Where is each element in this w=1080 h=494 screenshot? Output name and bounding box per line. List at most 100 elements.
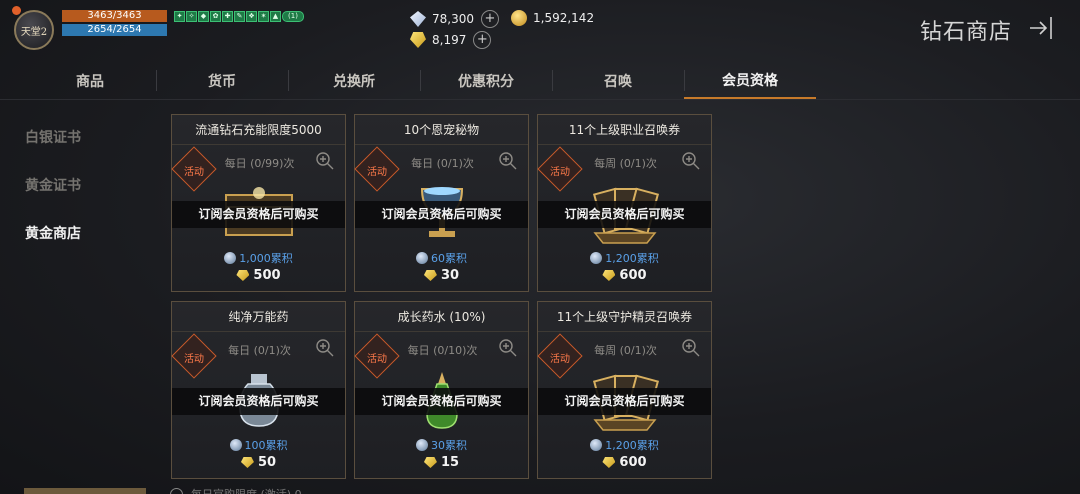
membership-required-banner: 订阅会员资格后可购买 [538, 388, 711, 415]
tab-currency[interactable]: 货币 [156, 62, 288, 99]
price: 30 [355, 268, 528, 283]
card-title: 11个上级守护精灵召唤券 [538, 302, 711, 332]
price: 600 [538, 455, 711, 470]
buff-icon[interactable]: ✎ [234, 11, 245, 22]
product-card[interactable]: 流通钻石充能限度5000 活动 每日 (0/99)次 订阅会员资格后可购买 1,… [171, 114, 346, 292]
price-value: 600 [619, 268, 647, 283]
gold-gem-icon [602, 270, 616, 281]
page-title: 钻石商店 [919, 20, 1012, 45]
notification-dot [12, 6, 21, 15]
buff-icon[interactable]: ✶ [258, 11, 269, 22]
tab-summon[interactable]: 召唤 [552, 62, 684, 99]
zoom-icon[interactable] [681, 151, 701, 171]
gold-coin-icon [511, 10, 527, 26]
card-title: 成长药水 (10%) [355, 302, 528, 332]
price: 500 [172, 268, 345, 283]
accumulated-points: 30累积 [355, 437, 528, 453]
buff-icon[interactable]: ❖ [246, 11, 257, 22]
zoom-icon[interactable] [315, 338, 335, 358]
buff-icon[interactable]: ✦ [174, 11, 185, 22]
accumulated-points: 1,200累积 [538, 437, 711, 453]
price-value: 500 [253, 268, 281, 283]
tab-products[interactable]: 商品 [24, 62, 156, 99]
price-value: 15 [440, 455, 460, 470]
sidebar-item-gold-cert[interactable]: 黄金证书 [25, 175, 81, 195]
point-icon [224, 252, 237, 264]
buff-icon[interactable]: ✚ [222, 11, 233, 22]
info-icon[interactable] [170, 487, 183, 494]
buff-icon[interactable]: ◆ [198, 11, 209, 22]
zoom-icon[interactable] [498, 151, 518, 171]
sidebar-item-silver-cert[interactable]: 白银证书 [25, 127, 81, 147]
product-card[interactable]: 纯净万能药 活动 每日 (0/1)次 订阅会员资格后可购买 100累积 50 [171, 301, 346, 479]
add-gold-gem-button[interactable]: + [473, 31, 492, 49]
card-title: 11个上级职业召唤券 [538, 115, 711, 145]
membership-required-banner: 订阅会员资格后可购买 [172, 388, 345, 415]
accumulated-points: 1,000累积 [172, 250, 345, 266]
top-bar: 天堂2 3463/3463 2654/2654 ✦ ✧ ◆ ✿ ✚ ✎ ❖ ✶ … [0, 0, 1080, 60]
buff-icon[interactable]: ▲ [270, 11, 281, 22]
point-icon [590, 252, 603, 264]
zoom-icon[interactable] [681, 338, 701, 358]
point-icon [229, 439, 242, 451]
zoom-icon[interactable] [498, 338, 518, 358]
accumulated-points: 60累积 [355, 250, 528, 266]
price-value: 600 [619, 455, 647, 470]
product-card[interactable]: 成长药水 (10%) 活动 每日 (0/10)次 订阅会员资格后可购买 30累积… [354, 301, 529, 479]
price: 600 [538, 268, 711, 283]
point-icon [590, 439, 603, 451]
tab-exchange[interactable]: 兑换所 [288, 62, 420, 99]
gold-gem-icon [423, 270, 437, 281]
product-card[interactable]: 11个上级职业召唤券 活动 每周 (0/1)次 订阅会员资格后可购买 1,200… [537, 114, 712, 292]
point-icon [416, 439, 428, 451]
points-value: 1,000累积 [239, 252, 293, 265]
mp-bar: 2654/2654 [62, 24, 167, 36]
diamond-balance: 78,300 + [410, 10, 499, 28]
tab-points[interactable]: 优惠积分 [420, 62, 552, 99]
card-title: 10个恩宠秘物 [355, 115, 528, 145]
daily-limit-note: 每日官购限度 (激活) 0 [170, 486, 302, 494]
points-value: 30累积 [431, 439, 467, 452]
gold-gem-balance: 8,197 + [410, 31, 492, 49]
price-value: 30 [440, 268, 460, 283]
buff-icon[interactable]: ✿ [210, 11, 221, 22]
daily-limit-text: 每日官购限度 (激活) 0 [191, 486, 302, 494]
gold-gem-icon [410, 32, 426, 48]
price-value: 50 [257, 455, 277, 470]
gold-gem-amount: 8,197 [432, 33, 467, 47]
product-card[interactable]: 11个上级守护精灵召唤券 活动 每周 (0/1)次 订阅会员资格后可购买 1,2… [537, 301, 712, 479]
diamond-amount: 78,300 [432, 12, 474, 26]
accumulated-points: 1,200累积 [538, 250, 711, 266]
membership-required-banner: 订阅会员资格后可购买 [172, 201, 345, 228]
add-diamond-button[interactable]: + [481, 10, 499, 28]
card-title: 纯净万能药 [172, 302, 345, 332]
tab-membership[interactable]: 会员资格 [684, 62, 816, 99]
point-icon [416, 252, 428, 264]
product-card[interactable]: 10个恩宠秘物 活动 每日 (0/1)次 订阅会员资格后可购买 60累积 30 [354, 114, 529, 292]
gold-gem-icon [236, 270, 250, 281]
points-value: 100累积 [244, 439, 288, 452]
price: 15 [355, 455, 528, 470]
gold-coin-balance: 1,592,142 [511, 10, 594, 26]
tab-divider [0, 99, 1080, 100]
membership-required-banner: 订阅会员资格后可购买 [355, 388, 528, 415]
diamond-icon [410, 11, 426, 27]
sidebar-item-gold-shop[interactable]: 黄金商店 [25, 223, 81, 243]
price: 50 [172, 455, 345, 470]
gold-coin-amount: 1,592,142 [533, 11, 595, 25]
sidebar-button[interactable] [24, 488, 146, 494]
buff-count-icon[interactable]: (1) [282, 11, 304, 22]
exit-icon[interactable] [1026, 13, 1056, 43]
gold-gem-icon [423, 457, 437, 468]
buff-list[interactable]: ✦ ✧ ◆ ✿ ✚ ✎ ❖ ✶ ▲ (1) [174, 11, 304, 22]
gold-gem-icon [602, 457, 616, 468]
avatar[interactable]: 天堂2 [14, 10, 54, 50]
accumulated-points: 100累积 [172, 437, 345, 453]
points-value: 60累积 [431, 252, 467, 265]
gold-gem-icon [240, 457, 254, 468]
zoom-icon[interactable] [315, 151, 335, 171]
card-title: 流通钻石充能限度5000 [172, 115, 345, 145]
buff-icon[interactable]: ✧ [186, 11, 197, 22]
membership-required-banner: 订阅会员资格后可购买 [538, 201, 711, 228]
points-value: 1,200累积 [605, 252, 659, 265]
